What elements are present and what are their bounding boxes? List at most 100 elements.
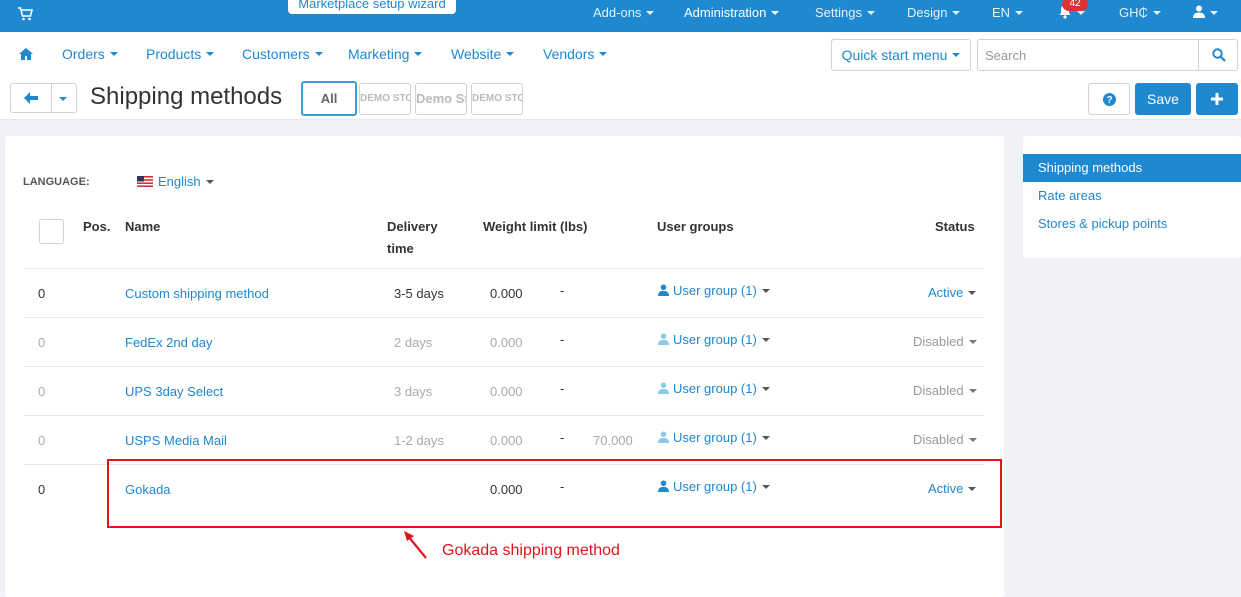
nav-website-label: Website <box>451 46 502 62</box>
store-filter-demo-2[interactable]: Demo Sto <box>415 83 467 115</box>
shipping-method-link[interactable]: UPS 3day Select <box>125 384 223 399</box>
nav-products-label: Products <box>146 46 202 62</box>
cart-icon[interactable] <box>17 7 33 21</box>
us-flag-icon <box>137 176 153 188</box>
row-pos[interactable]: 0 <box>38 286 45 301</box>
addons-menu[interactable]: Add-ons <box>593 0 655 32</box>
row-weight-min: 0.000 <box>490 335 523 350</box>
row-pos[interactable]: 0 <box>38 335 45 350</box>
user-group-label: User group (1) <box>673 332 757 347</box>
row-pos[interactable]: 0 <box>38 384 45 399</box>
header-status[interactable]: Status <box>935 216 975 238</box>
arrow-left-icon[interactable] <box>24 92 38 104</box>
shipping-method-link[interactable]: Custom shipping method <box>125 286 269 301</box>
nav-orders-label: Orders <box>62 46 105 62</box>
user-icon <box>658 333 669 346</box>
currency-label: GH₵ <box>1119 5 1148 20</box>
user-group-dropdown[interactable]: User group (1) <box>658 430 770 445</box>
header-pos[interactable]: Pos. <box>83 216 110 238</box>
design-label: Design <box>907 5 948 20</box>
row-weight-min: 0.000 <box>490 384 523 399</box>
nav-orders[interactable]: Orders <box>62 32 118 76</box>
quick-start-menu-button[interactable]: Quick start menu <box>831 39 971 71</box>
settings-menu[interactable]: Settings <box>815 0 875 32</box>
user-icon <box>658 382 669 395</box>
row-weight-dash: - <box>560 283 565 298</box>
store-filter-all[interactable]: All <box>301 81 357 116</box>
nav-vendors-label: Vendors <box>543 46 595 62</box>
shipping-method-link[interactable]: USPS Media Mail <box>125 433 227 448</box>
sidebar-item-stores-pickup[interactable]: Stores & pickup points <box>1023 210 1241 238</box>
row-weight-max: 70.000 <box>593 433 633 448</box>
row-pos[interactable]: 0 <box>38 482 45 497</box>
search-button[interactable] <box>1198 40 1238 70</box>
nav-marketing-label: Marketing <box>348 46 410 62</box>
currency-menu[interactable]: GH₵ <box>1119 0 1161 32</box>
store-filter-demo-1[interactable]: DEMO STORE <box>359 83 411 115</box>
svg-text:?: ? <box>1106 95 1112 106</box>
nav-customers[interactable]: Customers <box>242 32 323 76</box>
nav-website[interactable]: Website <box>451 32 515 76</box>
shipping-method-link[interactable]: FedEx 2nd day <box>125 335 212 350</box>
status-label: Active <box>928 285 964 300</box>
marketplace-wizard-button[interactable]: Marketplace setup wizard <box>288 0 456 14</box>
administration-label: Administration <box>684 5 767 20</box>
administration-menu[interactable]: Administration <box>684 0 780 32</box>
user-group-dropdown[interactable]: User group (1) <box>658 332 770 347</box>
row-delivery: 3 days <box>394 384 433 399</box>
language-value: English <box>158 174 201 189</box>
nav-products[interactable]: Products <box>146 32 215 76</box>
chevron-down-icon[interactable] <box>59 97 67 101</box>
back-button-group <box>10 83 77 113</box>
row-weight-dash: - <box>560 332 565 347</box>
home-icon[interactable] <box>19 48 33 60</box>
search-input[interactable] <box>978 40 1198 70</box>
sidebar-item-shipping-methods[interactable]: Shipping methods <box>1023 154 1241 182</box>
user-group-dropdown[interactable]: User group (1) <box>658 283 770 298</box>
row-pos[interactable]: 0 <box>38 433 45 448</box>
language-label: LANGUAGE: <box>23 176 90 188</box>
help-button[interactable]: ? <box>1088 83 1130 115</box>
design-menu[interactable]: Design <box>907 0 961 32</box>
add-button[interactable] <box>1196 83 1238 115</box>
user-group-label: User group (1) <box>673 283 757 298</box>
annotation-highlight-box <box>107 459 1002 528</box>
quick-start-label: Quick start menu <box>841 47 948 63</box>
store-filter-demo-3[interactable]: DEMO STORE <box>471 83 523 115</box>
language-menu[interactable]: EN <box>992 0 1024 32</box>
question-icon: ? <box>1103 93 1116 106</box>
page-toolbar: Shipping methods All DEMO STORE Demo Sto… <box>0 77 1241 120</box>
user-icon <box>658 431 669 444</box>
user-menu[interactable] <box>1193 0 1218 32</box>
user-group-dropdown[interactable]: User group (1) <box>658 381 770 396</box>
status-dropdown[interactable]: Disabled <box>913 383 977 398</box>
language-select[interactable]: English <box>137 174 214 189</box>
row-delivery: 3-5 days <box>394 286 444 301</box>
sidebar-item-rate-areas[interactable]: Rate areas <box>1023 182 1241 210</box>
select-all-checkbox[interactable] <box>39 219 64 244</box>
nav-marketing[interactable]: Marketing <box>348 32 423 76</box>
status-label: Disabled <box>913 432 964 447</box>
status-dropdown[interactable]: Disabled <box>913 334 977 349</box>
settings-label: Settings <box>815 5 862 20</box>
status-dropdown[interactable]: Active <box>928 285 977 300</box>
nav-vendors[interactable]: Vendors <box>543 32 608 76</box>
status-label: Disabled <box>913 334 964 349</box>
header-user-groups: User groups <box>657 219 734 234</box>
header-delivery-line2: time <box>387 241 414 256</box>
header-delivery-line1: Delivery <box>387 219 438 234</box>
row-delivery: 1-2 days <box>394 433 444 448</box>
notification-badge: 42 <box>1062 0 1088 11</box>
addons-label: Add-ons <box>593 5 642 20</box>
header-name[interactable]: Name <box>125 216 160 238</box>
top-bar: Marketplace setup wizard Add-ons Adminis… <box>0 0 1241 32</box>
search-icon <box>1212 48 1226 62</box>
status-dropdown[interactable]: Disabled <box>913 432 977 447</box>
nav-customers-label: Customers <box>242 46 310 62</box>
row-weight-dash: - <box>560 430 565 445</box>
search-box <box>977 39 1238 71</box>
status-label: Disabled <box>913 383 964 398</box>
save-button[interactable]: Save <box>1135 83 1191 115</box>
main-navigation: Orders Products Customers Marketing Webs… <box>0 32 1241 77</box>
header-weight-limit: Weight limit (lbs) <box>483 219 588 234</box>
